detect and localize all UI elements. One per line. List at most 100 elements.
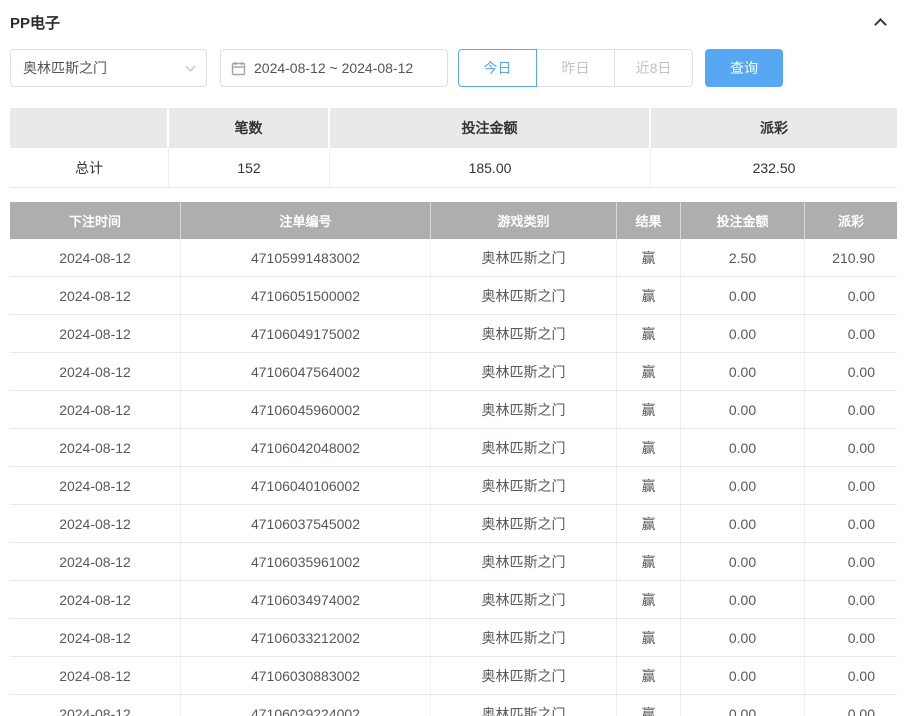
- last-8-days-button[interactable]: 近8日: [614, 49, 693, 87]
- game-select-value: 奥林匹斯之门: [23, 60, 107, 76]
- cell-result: 赢: [617, 581, 681, 618]
- cell-result: 赢: [617, 315, 681, 352]
- cell-bet-time: 2024-08-12: [10, 581, 181, 618]
- cell-bet-id: 47106051500002: [181, 277, 431, 314]
- summary-total-count: 152: [169, 148, 330, 187]
- pp-electronic-panel: PP电子 奥林匹斯之门 2024-08-12 ~ 2024-08-12 今日 昨…: [0, 0, 907, 716]
- cell-game-category: 奥林匹斯之门: [431, 581, 617, 618]
- cell-game-category: 奥林匹斯之门: [431, 277, 617, 314]
- cell-game-category: 奥林匹斯之门: [431, 429, 617, 466]
- filter-row: 奥林匹斯之门 2024-08-12 ~ 2024-08-12 今日 昨日 近8日…: [10, 49, 897, 87]
- cell-bet-id: 47106042048002: [181, 429, 431, 466]
- header-payout: 派彩: [837, 214, 864, 229]
- summary-header-blank: [10, 108, 169, 148]
- summary-header-row: 笔数 投注金额 派彩: [10, 108, 897, 148]
- cell-bet-time: 2024-08-12: [10, 429, 181, 466]
- cell-payout: 0.00: [847, 667, 875, 684]
- cell-payout: 0.00: [847, 553, 875, 570]
- cell-bet-id: 47106045960002: [181, 391, 431, 428]
- cell-result: 赢: [617, 657, 681, 694]
- summary-header-payout: 派彩: [651, 108, 897, 148]
- cell-bet-amount: 0.00: [681, 353, 805, 390]
- table-row: 2024-08-12 47106037545002 奥林匹斯之门 赢 0.00 …: [10, 505, 897, 543]
- cell-result: 赢: [617, 277, 681, 314]
- cell-result: 赢: [617, 467, 681, 504]
- cell-result: 赢: [617, 505, 681, 542]
- table-row: 2024-08-12 47105991483002 奥林匹斯之门 赢 2.50 …: [10, 239, 897, 277]
- summary-header-bet-amount: 投注金额: [330, 108, 651, 148]
- cell-bet-id: 47106029224002: [181, 695, 431, 716]
- chevron-down-icon: [185, 61, 196, 72]
- cell-game-category: 奥林匹斯之门: [431, 239, 617, 276]
- header-result: 结果: [617, 202, 681, 239]
- cell-payout: 0.00: [847, 591, 875, 608]
- cell-bet-amount: 2.50: [681, 239, 805, 276]
- page-title: PP电子: [10, 14, 61, 32]
- cell-bet-time: 2024-08-12: [10, 353, 181, 390]
- cell-bet-amount: 0.00: [681, 619, 805, 656]
- cell-bet-id: 47106037545002: [181, 505, 431, 542]
- query-button[interactable]: 查询: [705, 49, 783, 87]
- game-select[interactable]: 奥林匹斯之门: [10, 49, 207, 87]
- records-body: 2024-08-12 47105991483002 奥林匹斯之门 赢 2.50 …: [10, 239, 897, 716]
- cell-result: 赢: [617, 543, 681, 580]
- today-button[interactable]: 今日: [458, 49, 537, 87]
- cell-payout: 210.90: [832, 249, 875, 266]
- table-row: 2024-08-12 47106029224002 奥林匹斯之门 赢 0.00 …: [10, 695, 897, 716]
- cell-bet-amount: 0.00: [681, 467, 805, 504]
- cell-payout: 0.00: [847, 439, 875, 456]
- cell-game-category: 奥林匹斯之门: [431, 619, 617, 656]
- cell-bet-id: 47106030883002: [181, 657, 431, 694]
- table-row: 2024-08-12 47106030883002 奥林匹斯之门 赢 0.00 …: [10, 657, 897, 695]
- header-bet-amount: 投注金额: [681, 202, 805, 239]
- cell-game-category: 奥林匹斯之门: [431, 695, 617, 716]
- cell-payout: 0.00: [847, 629, 875, 646]
- cell-result: 赢: [617, 619, 681, 656]
- date-range-picker[interactable]: 2024-08-12 ~ 2024-08-12: [220, 49, 448, 87]
- chevron-up-icon: [873, 18, 887, 31]
- cell-game-category: 奥林匹斯之门: [431, 657, 617, 694]
- cell-bet-id: 47106034974002: [181, 581, 431, 618]
- table-row: 2024-08-12 47106034974002 奥林匹斯之门 赢 0.00 …: [10, 581, 897, 619]
- cell-bet-id: 47106047564002: [181, 353, 431, 390]
- summary-total-bet-amount: 185.00: [330, 148, 651, 187]
- records-table: 下注时间 注单编号 游戏类别 结果 投注金额 派彩 2024-08-12 471…: [10, 202, 897, 716]
- collapse-button[interactable]: [871, 13, 889, 31]
- summary-table: 笔数 投注金额 派彩 总计 152 185.00 232.50: [10, 108, 897, 188]
- cell-bet-amount: 0.00: [681, 581, 805, 618]
- table-row: 2024-08-12 47106049175002 奥林匹斯之门 赢 0.00 …: [10, 315, 897, 353]
- cell-bet-id: 47106033212002: [181, 619, 431, 656]
- cell-bet-time: 2024-08-12: [10, 315, 181, 352]
- header-game-category: 游戏类别: [431, 202, 617, 239]
- cell-bet-id: 47105991483002: [181, 239, 431, 276]
- cell-bet-amount: 0.00: [681, 505, 805, 542]
- date-range-value: 2024-08-12 ~ 2024-08-12: [254, 60, 414, 76]
- cell-bet-amount: 0.00: [681, 277, 805, 314]
- cell-bet-amount: 0.00: [681, 543, 805, 580]
- cell-payout: 0.00: [847, 705, 875, 716]
- table-row: 2024-08-12 47106051500002 奥林匹斯之门 赢 0.00 …: [10, 277, 897, 315]
- cell-game-category: 奥林匹斯之门: [431, 505, 617, 542]
- cell-bet-amount: 0.00: [681, 695, 805, 716]
- cell-game-category: 奥林匹斯之门: [431, 315, 617, 352]
- cell-payout: 0.00: [847, 477, 875, 494]
- records-header-row: 下注时间 注单编号 游戏类别 结果 投注金额 派彩: [10, 202, 897, 239]
- summary-header-count: 笔数: [169, 108, 330, 148]
- cell-bet-id: 47106049175002: [181, 315, 431, 352]
- quick-range-group: 今日 昨日 近8日: [458, 49, 693, 87]
- table-row: 2024-08-12 47106033212002 奥林匹斯之门 赢 0.00 …: [10, 619, 897, 657]
- cell-bet-id: 47106040106002: [181, 467, 431, 504]
- yesterday-button[interactable]: 昨日: [536, 49, 615, 87]
- summary-total-payout: 232.50: [651, 148, 897, 187]
- cell-payout: 0.00: [847, 401, 875, 418]
- cell-bet-time: 2024-08-12: [10, 619, 181, 656]
- cell-bet-amount: 0.00: [681, 429, 805, 466]
- cell-payout: 0.00: [847, 325, 875, 342]
- cell-bet-time: 2024-08-12: [10, 695, 181, 716]
- summary-total-label: 总计: [10, 148, 169, 187]
- table-row: 2024-08-12 47106040106002 奥林匹斯之门 赢 0.00 …: [10, 467, 897, 505]
- panel-header: PP电子: [0, 0, 907, 36]
- cell-payout: 0.00: [847, 287, 875, 304]
- cell-result: 赢: [617, 391, 681, 428]
- cell-bet-time: 2024-08-12: [10, 239, 181, 276]
